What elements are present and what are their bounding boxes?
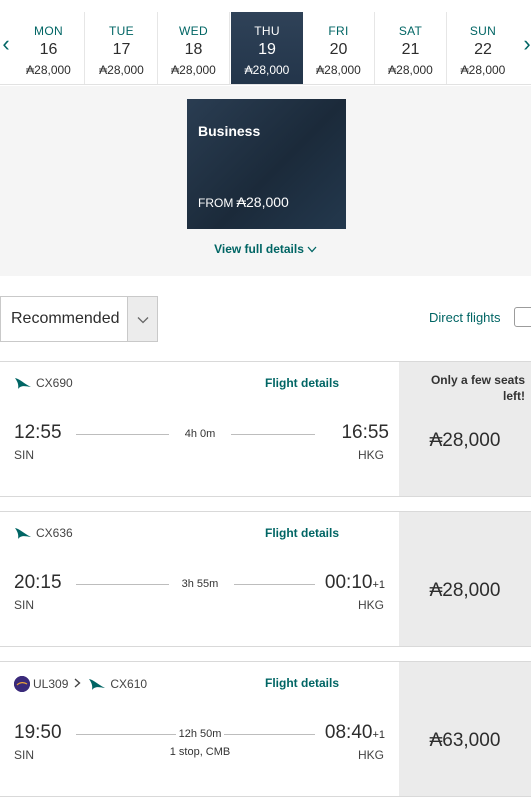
flight-card: CX690 Flight details 12:55 SIN 4h 0m 16:…	[0, 361, 531, 497]
day-of-week: WED	[179, 24, 208, 38]
date-tab-sat[interactable]: SAT 21 ₳28,000	[375, 12, 447, 84]
day-number: 16	[39, 41, 58, 58]
day-number: 20	[329, 41, 348, 58]
flight-duration: 3h 55m	[181, 578, 219, 590]
arrival-time: 00:10+1	[325, 572, 385, 594]
route-line	[224, 734, 315, 735]
arrival-clock: 00:10	[324, 572, 373, 593]
chevron-down-icon	[307, 245, 317, 256]
flight-number: CX690	[36, 376, 73, 390]
arrival-airport: HKG	[357, 748, 384, 762]
day-number: 17	[112, 41, 131, 58]
route-line	[76, 734, 176, 735]
cabin-title: Business	[198, 123, 261, 139]
date-tab-thu-selected[interactable]: THU 19 ₳28,000	[231, 12, 303, 84]
carrier-info: CX636	[14, 526, 73, 540]
departure-airport: SIN	[14, 748, 35, 762]
arrival-time: 08:40+1	[325, 722, 385, 744]
arrival-clock: 16:55	[341, 422, 389, 443]
day-of-week: TUE	[109, 24, 134, 38]
seats-left-notice: Only a few seats left!	[430, 373, 525, 403]
next-day-indicator: +1	[372, 729, 385, 741]
flight-duration: 4h 0m	[184, 428, 216, 440]
day-price: ₳28,000	[99, 63, 144, 77]
day-price: ₳28,000	[26, 63, 71, 77]
day-price: ₳28,000	[171, 63, 216, 77]
from-price: ₳28,000	[236, 194, 289, 210]
day-of-week: FRI	[328, 24, 349, 38]
day-of-week: SUN	[469, 24, 497, 38]
direct-flights-checkbox[interactable]	[514, 307, 531, 327]
day-price: ₳28,000	[316, 63, 361, 77]
flight-number: CX610	[110, 677, 148, 691]
departure-airport: SIN	[14, 598, 35, 612]
from-label: FROM	[198, 196, 234, 210]
day-number: 22	[474, 41, 492, 58]
day-number: 19	[258, 41, 276, 58]
fare-price: ₳63,000	[429, 730, 501, 751]
route-line	[76, 584, 169, 585]
carrier-info: CX690	[14, 376, 73, 390]
chevron-down-icon	[127, 297, 157, 341]
arrival-time: 16:55	[341, 422, 389, 444]
direct-flights-label: Direct flights	[429, 310, 501, 325]
date-tab-sun[interactable]: SUN 22 ₳28,000	[447, 12, 519, 84]
flight-duration: 12h 50m	[178, 728, 222, 740]
day-of-week: MON	[34, 24, 63, 38]
cabin-card-business[interactable]: Business FROM ₳28,000	[187, 99, 346, 229]
route-line	[76, 434, 169, 435]
day-price: ₳28,000	[388, 63, 433, 77]
fare-select-button[interactable]: Only a few seats left! ₳28,000	[399, 362, 531, 496]
cathay-logo-icon	[14, 526, 32, 540]
cabin-from-price: FROM ₳28,000	[198, 194, 289, 210]
stops-info: 1 stop, CMB	[169, 746, 231, 758]
fare-price: ₳28,000	[429, 430, 501, 451]
day-price: ₳28,000	[244, 63, 290, 77]
flight-details-link[interactable]: Flight details	[265, 526, 339, 540]
carrier-info: UL309 CX610	[14, 676, 147, 692]
departure-time: 12:55	[14, 422, 62, 443]
flight-number: CX636	[36, 526, 73, 540]
arrival-airport: HKG	[357, 598, 384, 612]
next-day-indicator: +1	[372, 579, 385, 591]
day-price: ₳28,000	[460, 63, 506, 77]
day-of-week: THU	[254, 24, 280, 38]
chevron-left-icon[interactable]: ‹	[0, 28, 14, 60]
flight-details-link[interactable]: Flight details	[265, 676, 339, 690]
sort-select[interactable]: Recommended	[0, 296, 158, 342]
flight-card: CX636 Flight details 20:15 SIN 3h 55m 00…	[0, 511, 531, 647]
day-number: 21	[401, 41, 420, 58]
day-number: 18	[184, 41, 203, 58]
departure-time: 19:50	[14, 722, 62, 743]
flight-number: UL309	[33, 677, 69, 691]
view-details-label: View full details	[214, 242, 304, 256]
chevron-right-icon	[74, 677, 81, 691]
date-tab-wed[interactable]: WED 18 ₳28,000	[158, 12, 230, 84]
sort-value: Recommended	[11, 310, 120, 327]
departure-time: 20:15	[14, 572, 62, 593]
cathay-logo-icon	[88, 677, 106, 691]
date-tab-tue[interactable]: TUE 17 ₳28,000	[86, 12, 158, 84]
cathay-logo-icon	[14, 376, 32, 390]
cabin-section: Business FROM ₳28,000 View full details	[0, 86, 531, 276]
flight-details-link[interactable]: Flight details	[265, 376, 339, 390]
day-of-week: SAT	[398, 24, 423, 38]
date-strip: ‹ MON 16 ₳28,000 TUE 17 ₳28,000 WED 18 ₳…	[0, 0, 531, 85]
route-line	[231, 434, 315, 435]
chevron-right-icon[interactable]: ›	[519, 28, 531, 60]
arrival-clock: 08:40	[324, 722, 373, 743]
date-tab-fri[interactable]: FRI 20 ₳28,000	[303, 12, 375, 84]
srilankan-logo-icon	[14, 676, 30, 692]
departure-airport: SIN	[14, 448, 35, 462]
route-line	[234, 584, 315, 585]
fare-price: ₳28,000	[429, 580, 501, 601]
view-full-details-link[interactable]: View full details	[0, 242, 531, 256]
fare-select-button[interactable]: ₳63,000	[399, 662, 531, 796]
fare-select-button[interactable]: ₳28,000	[399, 512, 531, 646]
arrival-airport: HKG	[357, 448, 384, 462]
date-tab-mon[interactable]: MON 16 ₳28,000	[13, 12, 85, 84]
flight-card: UL309 CX610 Flight details 19:50 SIN 12h…	[0, 661, 531, 797]
